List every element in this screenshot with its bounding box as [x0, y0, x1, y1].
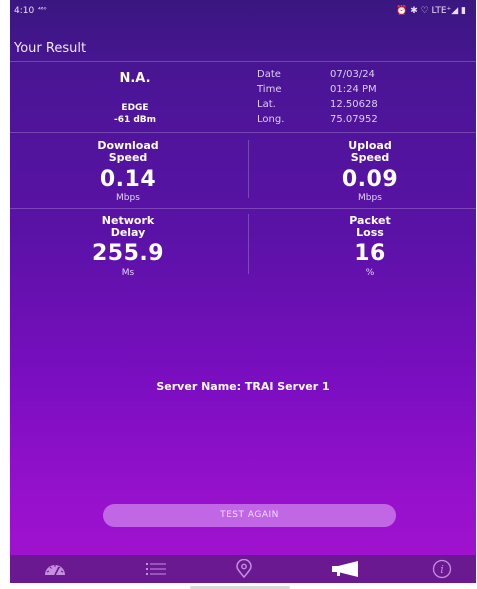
server-name: Server Name: TRAI Server 1 [156, 380, 330, 393]
status-left-icons: ⁴⁶⁰ [38, 6, 47, 14]
svg-text:i: i [440, 563, 444, 576]
packet-loss-label: Packet Loss [349, 214, 391, 239]
download-speed-value: 0.14 [99, 167, 157, 192]
page-title: Your Result [14, 41, 87, 56]
time-label: Time [257, 84, 282, 95]
latitude-value: 12.50628 [330, 99, 378, 110]
signal-strength: -61 dBm [113, 115, 157, 125]
divider [10, 132, 476, 133]
upload-label: Upload Speed [348, 139, 392, 164]
date-label: Date [257, 69, 281, 80]
download-label: Download Speed [97, 139, 159, 164]
longitude-label: Long. [257, 114, 285, 125]
info-icon[interactable]: i [429, 559, 455, 579]
upload-unit: Mbps [358, 193, 382, 203]
packet-loss-value: 16 [354, 241, 386, 266]
download-unit: Mbps [116, 193, 140, 203]
network-delay-label: Network Delay [101, 214, 155, 239]
bottom-nav: i [10, 555, 476, 583]
divider [10, 61, 476, 62]
longitude-value: 75.07952 [330, 114, 378, 125]
latitude-label: Lat. [257, 99, 276, 110]
app-screen: 4:10 ⁴⁶⁰ ⏰ ✱ ♡ LTE⁺◢ ▮ Your Result N.A. … [10, 0, 476, 583]
network-delay-value: 255.9 [91, 241, 165, 266]
network-type: EDGE [121, 103, 149, 113]
packet-loss-unit: % [365, 268, 375, 278]
divider [248, 140, 249, 198]
test-again-button[interactable]: TEST AGAIN [103, 504, 396, 527]
date-value: 07/03/24 [330, 69, 375, 80]
status-right-icons: ⏰ ✱ ♡ LTE⁺◢ ▮ [396, 6, 466, 16]
megaphone-icon[interactable] [328, 559, 362, 579]
divider [248, 214, 249, 274]
list-icon[interactable] [144, 559, 168, 579]
divider [10, 208, 476, 209]
network-delay-unit: Ms [121, 268, 135, 278]
location-pin-icon[interactable] [232, 558, 256, 579]
time-value: 01:24 PM [330, 84, 377, 95]
operator-name: N.A. [119, 71, 151, 86]
speedometer-icon[interactable] [43, 559, 67, 579]
status-time: 4:10 [14, 6, 35, 16]
upload-speed-value: 0.09 [341, 167, 399, 192]
